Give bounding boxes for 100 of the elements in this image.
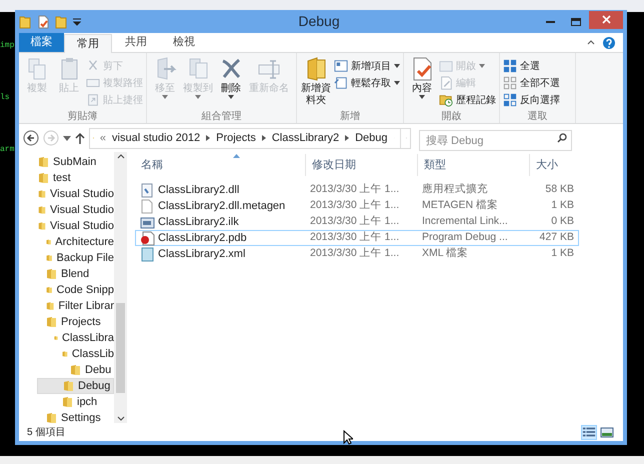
search-field[interactable]: 搜尋 Debug — [419, 130, 572, 151]
tree-item[interactable]: Debug — [37, 378, 114, 394]
scroll-down-icon[interactable] — [116, 416, 124, 421]
blank-file-icon — [140, 198, 155, 214]
file-row[interactable]: ClassLibrary2.ilk 2013/3/30 上午 1... Incremental Link... 0 KB — [135, 214, 579, 230]
tree-item[interactable]: Architecture — [37, 234, 114, 250]
breadcrumb-arrow-icon[interactable] — [206, 135, 210, 141]
easy-access-icon — [334, 76, 348, 90]
file-name: ClassLibrary2.ilk — [158, 214, 239, 230]
search-icon — [557, 132, 567, 142]
table-cell-text: Incremental Link... — [422, 214, 508, 230]
tree-item[interactable]: Visual Studio — [37, 218, 114, 234]
tree-item[interactable]: Settings — [37, 410, 114, 423]
column-header[interactable]: 類型 — [417, 154, 529, 176]
item-count: 5 個項目 — [27, 426, 66, 440]
table-cell-text: 2013/3/30 上午 1... — [310, 198, 400, 214]
collapse-ribbon-icon[interactable] — [587, 40, 595, 45]
up-arrow-icon[interactable] — [75, 132, 85, 144]
tree-item[interactable]: Visual Studio — [37, 186, 114, 202]
help-icon[interactable] — [603, 36, 615, 48]
address-bar[interactable]: « visual studio 2012 Projects ClassLibrary2 Debug — [89, 128, 411, 148]
file-name: ClassLibrary2.dll — [158, 182, 240, 198]
ribbon-button[interactable]: 全選 — [503, 58, 540, 74]
file-name: ClassLibrary2.pdb — [158, 230, 247, 246]
tree-item[interactable]: Visual Studio — [37, 202, 114, 218]
breadcrumb-link[interactable]: visual studio 2012 — [112, 130, 200, 146]
shortcut-icon — [86, 93, 100, 107]
table-cell-text: 427 KB — [540, 230, 574, 246]
table-cell-text: XML 檔案 — [422, 246, 468, 262]
ribbon-button[interactable]: 內容 — [407, 57, 437, 109]
group-label: 新增 — [339, 110, 361, 123]
tree-item[interactable]: ipch — [37, 394, 114, 410]
group-label: 開啟 — [440, 110, 462, 123]
file-menu-button[interactable]: 檔案 — [19, 33, 64, 52]
ribbon-tab[interactable]: 檢視 — [160, 33, 208, 52]
tree-item[interactable]: ClassLib — [37, 346, 114, 362]
ribbon-tab[interactable]: 常用 — [64, 34, 112, 53]
ribbon-button[interactable]: 刪除 — [216, 57, 246, 109]
table-cell-text: 2013/3/30 上午 1... — [310, 230, 400, 246]
ribbon-button[interactable]: 歷程記錄 — [439, 92, 496, 108]
tree-item[interactable]: SubMain — [37, 154, 114, 170]
properties-icon[interactable] — [37, 14, 49, 28]
pdb-file-icon — [140, 230, 155, 246]
ribbon-button[interactable]: 反向選擇 — [503, 92, 560, 108]
tree-item[interactable]: Code Snipp — [37, 282, 114, 298]
dll-file-icon — [140, 182, 155, 198]
close-button[interactable] — [589, 10, 623, 28]
scroll-thumb[interactable] — [116, 302, 125, 392]
group-label: 組合管理 — [200, 110, 242, 123]
select-none-icon — [503, 76, 517, 90]
tree-item[interactable]: ClassLibra — [37, 330, 114, 346]
table-cell-text: 應用程式擴充 — [422, 182, 488, 198]
recent-dropdown-icon[interactable] — [63, 136, 71, 140]
new-folder-icon — [304, 57, 328, 81]
file-row[interactable]: ClassLibrary2.pdb 2013/3/30 上午 1... Program Debug ... 427 KB — [135, 230, 579, 246]
tree-item[interactable]: test — [37, 170, 114, 186]
table-cell-text: 1 KB — [551, 198, 574, 214]
tree-item[interactable]: Blend — [37, 266, 114, 282]
breadcrumb-arrow-icon[interactable] — [345, 135, 350, 141]
column-header[interactable]: 修改日期 — [305, 154, 417, 176]
delete-icon — [220, 57, 242, 81]
terminal-text: arm — [0, 144, 14, 156]
column-header[interactable]: 大小 — [529, 154, 577, 176]
breadcrumb-link[interactable]: Debug — [355, 130, 388, 146]
breadcrumb-link[interactable]: Projects — [216, 130, 256, 146]
details-view-button[interactable] — [581, 424, 597, 440]
window-title: Debug — [297, 12, 341, 31]
ribbon-button[interactable]: 新增資料夾 — [300, 57, 332, 109]
overflow-chevron[interactable]: « — [100, 130, 106, 146]
table-cell-text: METAGEN 檔案 — [422, 198, 498, 214]
table-cell-text: Program Debug ... — [422, 230, 508, 246]
scroll-up-icon[interactable] — [116, 154, 124, 159]
terminal-text: ls — [0, 92, 10, 104]
tree-item[interactable]: Backup File — [37, 250, 114, 266]
thumbnails-view-button[interactable] — [599, 424, 615, 440]
terminal-text: imp — [0, 40, 14, 52]
column-header[interactable]: 名稱 — [135, 154, 305, 176]
breadcrumb-arrow-icon[interactable] — [262, 135, 266, 141]
file-row[interactable]: ClassLibrary2.dll 2013/3/30 上午 1... 應用程式擴充 58 KB — [135, 182, 579, 198]
ribbon-tab[interactable]: 共用 — [112, 33, 160, 52]
path-icon — [86, 76, 100, 90]
file-row[interactable]: ClassLibrary2.dll.metagen 2013/3/30 上午 1... METAGEN 檔案 1 KB — [135, 198, 579, 214]
scrollbar[interactable] — [114, 152, 127, 423]
tree-item[interactable]: Debu — [37, 362, 114, 378]
tree-item[interactable]: Projects — [37, 314, 114, 330]
xml-file-icon — [140, 246, 155, 262]
tree-item[interactable]: Filter Librar — [37, 298, 114, 314]
ribbon-button[interactable]: 全部不選 — [503, 75, 560, 91]
sort-arrow-icon — [233, 154, 240, 158]
table-cell-text: 0 KB — [551, 214, 574, 230]
ilk-file-icon — [140, 214, 155, 230]
table-cell-text: 58 KB — [545, 182, 574, 198]
back-button[interactable] — [23, 130, 39, 146]
group-label: 剪貼簿 — [66, 110, 98, 123]
breadcrumb-link[interactable]: ClassLibrary2 — [272, 130, 340, 146]
open-icon — [439, 59, 453, 73]
ribbon-button[interactable]: 輕鬆存取 — [334, 75, 400, 91]
history-icon — [439, 93, 453, 107]
file-row[interactable]: ClassLibrary2.xml 2013/3/30 上午 1... XML 檔案 1 KB — [135, 246, 579, 262]
ribbon-button[interactable]: 新增項目 — [334, 58, 400, 74]
